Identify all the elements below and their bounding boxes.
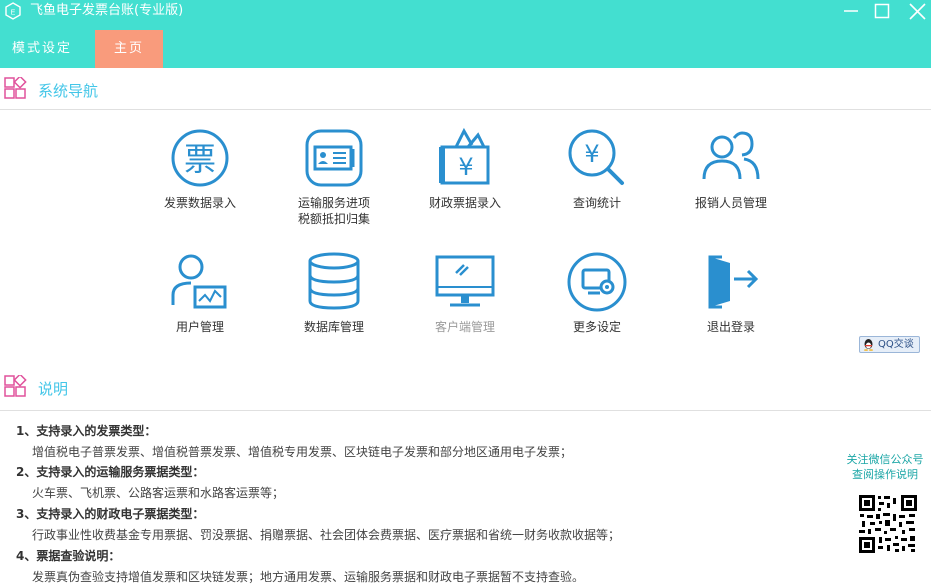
close-icon <box>909 3 926 20</box>
minimize-icon <box>844 10 858 12</box>
nav-label: 退出登录 <box>706 320 755 334</box>
window-title: 飞鱼电子发票台账(专业版) <box>30 3 184 18</box>
svg-text:票: 票 <box>184 140 216 178</box>
nav-logout[interactable]: 退出登录 <box>666 251 796 335</box>
desc-item-title: 3、支持录入的财政电子票据类型： <box>16 507 205 521</box>
nav-query-statistics[interactable]: ¥ 查询统计 <box>532 127 662 211</box>
nav-database-management[interactable]: 数据库管理 <box>269 251 399 335</box>
invoice-icon: 票 <box>171 129 229 187</box>
title-bar: E 飞鱼电子发票台账(专业版) <box>0 0 931 26</box>
nav-reimbursement-staff[interactable]: 报销人员管理 <box>666 127 796 211</box>
settings-screen-icon <box>567 252 627 312</box>
nav-label: 数据库管理 <box>303 320 364 334</box>
menu-mode-settings[interactable]: 模式设定 <box>0 30 84 68</box>
user-chart-icon <box>171 254 227 309</box>
desc-item-text: 火车票、飞机票、公路客运票和水路客运票等； <box>32 486 285 500</box>
desc-item-title: 2、支持录入的运输服务票据类型： <box>16 465 205 479</box>
nav-user-management[interactable]: 用户管理 <box>135 251 265 335</box>
nav-client-management[interactable]: 客户端管理 <box>400 251 530 335</box>
menu-bar: 模式设定 主页 <box>0 26 931 68</box>
exit-door-icon <box>708 255 759 309</box>
wechat-line-2[interactable]: 查阅操作说明 <box>843 467 927 482</box>
nav-label: 发票数据录入 <box>163 196 236 210</box>
yuan-ticket-icon: ¥ <box>439 127 490 185</box>
nav-more-settings[interactable]: 更多设定 <box>532 251 662 335</box>
svg-text:¥: ¥ <box>584 140 599 168</box>
nav-invoice-entry[interactable]: 票 发票数据录入 <box>135 127 265 211</box>
feiyu-logo-icon: E <box>5 2 21 20</box>
svg-text:E: E <box>11 10 16 17</box>
nav-label: 更多设定 <box>572 320 621 334</box>
wechat-line-1[interactable]: 关注微信公众号 <box>843 452 927 467</box>
minimize-button[interactable] <box>834 0 868 22</box>
nav-label: 用户管理 <box>175 320 224 334</box>
qq-chat-button[interactable]: QQ交谈 <box>859 336 920 353</box>
nav-section-title: 系统导航 <box>38 82 99 100</box>
nav-label: 报销人员管理 <box>694 196 767 210</box>
wechat-promo: 关注微信公众号 查阅操作说明 <box>843 452 927 482</box>
qr-code-icon <box>858 494 918 554</box>
desc-item-title: 1、支持录入的发票类型： <box>16 424 157 438</box>
users-icon <box>702 131 760 180</box>
desc-section-title: 说明 <box>38 380 69 398</box>
list-item: 3、支持录入的财政电子票据类型： 行政事业性收费基金专用票据、罚没票据、捐赠票据… <box>16 505 816 544</box>
nav-section-header: 系统导航 <box>0 70 931 110</box>
close-button[interactable] <box>900 0 931 22</box>
nav-fiscal-entry[interactable]: ¥ 财政票据录入 <box>400 127 530 211</box>
id-card-icon <box>305 129 363 187</box>
maximize-button[interactable] <box>865 0 899 22</box>
menu-home[interactable]: 主页 <box>95 30 163 68</box>
list-item: 4、票据查验说明： 发票真伪查验支持增值发票和区块链发票；地方通用发票、运输服务… <box>16 547 816 586</box>
description-list: 1、支持录入的发票类型： 增值税电子普票发票、增值税普票发票、增值税专用发票、区… <box>0 412 830 586</box>
nav-transport-deduction[interactable]: 运输服务进项 税额抵扣归集 <box>269 127 399 227</box>
grid-icon <box>4 375 27 397</box>
database-icon <box>308 252 360 310</box>
nav-label: 财政票据录入 <box>428 196 501 210</box>
desc-item-text: 发票真伪查验支持增值发票和区块链发票；地方通用发票、运输服务票据和财政电子票据暂… <box>32 570 585 584</box>
yuan-search-icon: ¥ <box>568 129 624 185</box>
nav-label: 运输服务进项 税额抵扣归集 <box>297 196 370 226</box>
maximize-icon <box>874 3 890 19</box>
desc-item-text: 增值税电子普票发票、增值税普票发票、增值税专用发票、区块链电子发票和部分地区通用… <box>32 445 573 459</box>
qq-penguin-icon <box>864 339 873 351</box>
qq-chat-label: QQ交谈 <box>878 339 914 350</box>
monitor-icon <box>435 255 495 307</box>
svg-text:¥: ¥ <box>458 153 473 181</box>
nav-label: 客户端管理 <box>434 320 495 334</box>
desc-item-text: 行政事业性收费基金专用票据、罚没票据、捐赠票据、社会团体会费票据、医疗票据和省统… <box>32 528 621 542</box>
desc-section-header: 说明 <box>0 368 931 411</box>
list-item: 2、支持录入的运输服务票据类型： 火车票、飞机票、公路客运票和水路客运票等； <box>16 463 816 502</box>
grid-icon <box>4 77 27 99</box>
desc-item-title: 4、票据查验说明： <box>16 549 121 563</box>
list-item: 1、支持录入的发票类型： 增值税电子普票发票、增值税普票发票、增值税专用发票、区… <box>16 422 816 461</box>
nav-label: 查询统计 <box>572 196 621 210</box>
